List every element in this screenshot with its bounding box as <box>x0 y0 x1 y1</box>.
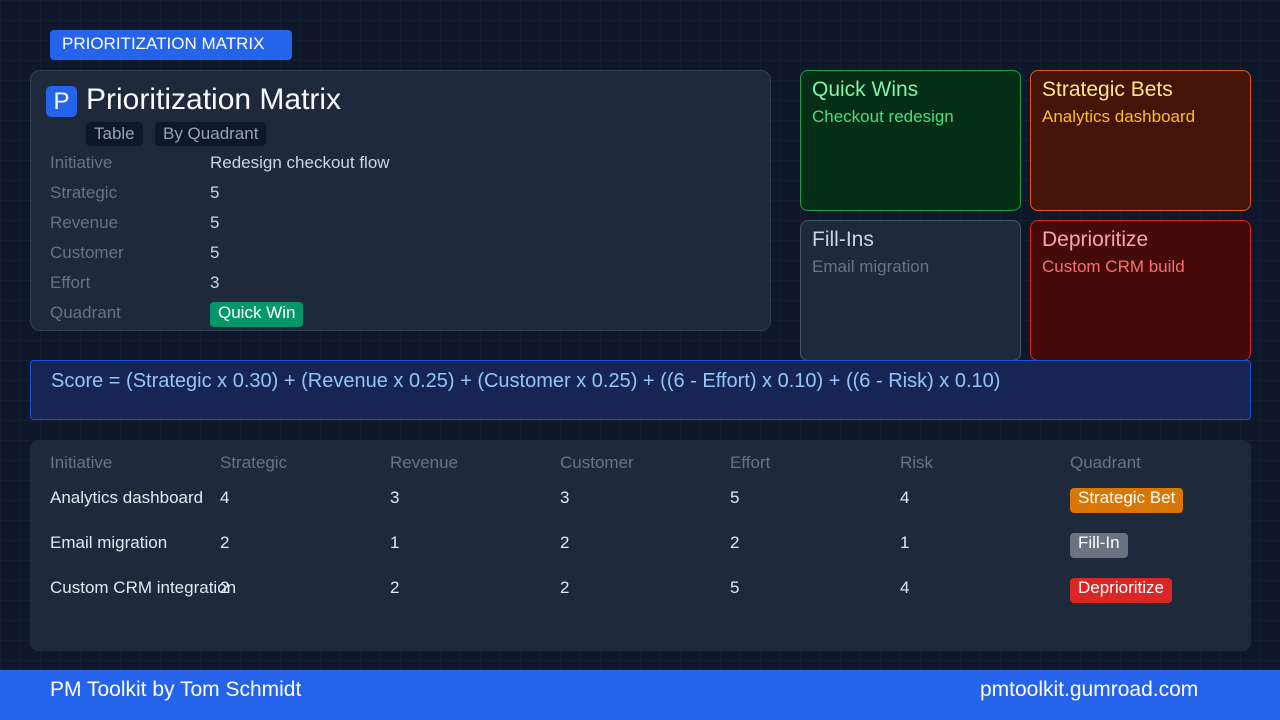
quadrant-item: Analytics dashboard <box>1042 107 1196 126</box>
cell-customer: 3 <box>560 488 570 507</box>
field-label-initiative: Initiative <box>50 153 113 172</box>
column-header-strategic: Strategic <box>220 453 288 472</box>
cell-effort: 5 <box>730 578 740 597</box>
cell-risk: 4 <box>900 488 910 507</box>
quadrant-card-fill-ins[interactable]: Fill-Ins Email migration <box>800 220 1021 361</box>
cell-initiative: Email migration <box>50 533 168 552</box>
cell-customer: 2 <box>560 578 570 597</box>
quadrant-item: Custom CRM build <box>1042 257 1185 276</box>
cell-strategic: 2 <box>220 533 230 552</box>
quadrant-card-deprioritize[interactable]: Deprioritize Custom CRM build <box>1030 220 1251 361</box>
tab-table[interactable]: Table <box>86 122 143 146</box>
field-label-effort: Effort <box>50 273 91 292</box>
field-value-effort: 3 <box>210 273 220 292</box>
field-label-revenue: Revenue <box>50 213 119 232</box>
cell-strategic: 2 <box>220 578 230 597</box>
quadrant-title: Strategic Bets <box>1042 78 1173 101</box>
footer-credit: PM Toolkit by Tom Schmidt <box>50 678 302 701</box>
cell-customer: 2 <box>560 533 570 552</box>
field-value-initiative: Redesign checkout flow <box>210 153 390 172</box>
initiatives-table <box>30 440 1251 651</box>
field-value-customer: 5 <box>210 243 220 262</box>
score-formula: Score = (Strategic x 0.30) + (Revenue x … <box>30 360 1251 420</box>
cell-initiative: Custom CRM integration <box>50 578 237 597</box>
column-header-effort: Effort <box>730 453 771 472</box>
cell-risk: 4 <box>900 578 910 597</box>
matrix-badge: PRIORITIZATION MATRIX <box>50 30 292 60</box>
quadrant-badge-strategic-bet: Strategic Bet <box>1070 488 1184 513</box>
quadrant-title: Quick Wins <box>812 78 919 101</box>
quadrant-title: Deprioritize <box>1042 228 1149 251</box>
column-header-quadrant: Quadrant <box>1070 453 1141 472</box>
cell-revenue: 2 <box>390 578 400 597</box>
cell-effort: 2 <box>730 533 740 552</box>
field-value-strategic: 5 <box>210 183 220 202</box>
cell-initiative: Analytics dashboard <box>50 488 204 507</box>
quadrant-badge-fill-in: Fill-In <box>1070 533 1128 558</box>
cell-effort: 5 <box>730 488 740 507</box>
quadrant-badge: Quick Win <box>210 302 304 327</box>
column-header-initiative: Initiative <box>50 453 113 472</box>
quadrant-item: Checkout redesign <box>812 107 954 126</box>
column-header-customer: Customer <box>560 453 634 472</box>
cell-risk: 1 <box>900 533 910 552</box>
quadrant-badge-deprioritize: Deprioritize <box>1070 578 1172 603</box>
tab-by-quadrant[interactable]: By Quadrant <box>155 122 267 146</box>
cell-revenue: 3 <box>390 488 400 507</box>
cell-strategic: 4 <box>220 488 230 507</box>
field-label-quadrant: Quadrant <box>50 303 121 322</box>
field-label-customer: Customer <box>50 243 124 262</box>
footer-link[interactable]: pmtoolkit.gumroad.com <box>980 678 1198 702</box>
cell-revenue: 1 <box>390 533 400 552</box>
quadrant-card-quick-wins[interactable]: Quick Wins Checkout redesign <box>800 70 1021 211</box>
quadrant-card-strategic-bets[interactable]: Strategic Bets Analytics dashboard <box>1030 70 1251 211</box>
page-title: Prioritization Matrix <box>86 83 342 116</box>
app-logo-icon: P <box>46 86 77 117</box>
quadrant-item: Email migration <box>812 257 930 276</box>
field-value-revenue: 5 <box>210 213 220 232</box>
column-header-revenue: Revenue <box>390 453 459 472</box>
quadrant-title: Fill-Ins <box>812 228 874 251</box>
column-header-risk: Risk <box>900 453 934 472</box>
field-label-strategic: Strategic <box>50 183 118 202</box>
